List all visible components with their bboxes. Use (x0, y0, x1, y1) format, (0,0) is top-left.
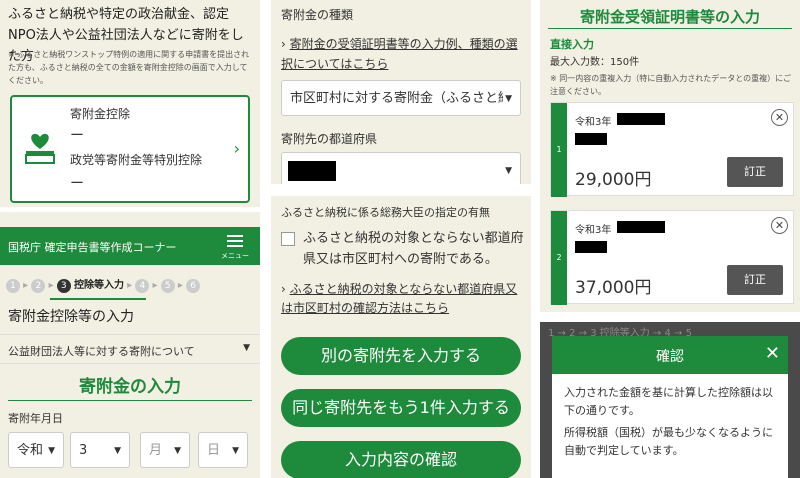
redacted-block (575, 133, 607, 145)
receipt-entry-2: 2 令和3年 37,000円 ✕ 訂正 (550, 210, 794, 305)
prefecture-select[interactable]: ▼ (281, 152, 521, 184)
month-select[interactable]: 月 ▼ (140, 432, 190, 468)
dialog-header: 確認 ✕ (552, 336, 788, 374)
entry-era: 令和3年 (575, 117, 612, 128)
card-value-political: ー (70, 176, 84, 192)
dialog-body-1: 入力された金額を基に計算した控除額は以下の通りです。 (564, 386, 773, 417)
deduction-card[interactable]: 寄附金控除 ー 政党等寄附金等特別控除 ー › (10, 95, 250, 203)
confirm-method-link[interactable]: › ふるさと納税の対象とならない都道府県又は市区町村の確認方法はこちら (281, 280, 527, 318)
donation-category-select[interactable]: 公益財団法人等に対する寄附について ▼ (0, 334, 260, 364)
type-label: 寄附金の種類 (281, 8, 354, 22)
close-icon[interactable]: ✕ (765, 342, 780, 366)
step-indicator: 1 ▸ 2 ▸ 3 控除等入力 ▸ 4 ▸ 5 ▸ 6 (6, 276, 256, 294)
day-select[interactable]: 日 ▼ (198, 432, 248, 468)
section-title: 寄附金の入力 (79, 377, 181, 397)
panel-receipts: 寄附金受領証明書等の入力 直接入力 最大入力数：150件 ※ 同一内容の重複入力… (540, 0, 800, 312)
designation-label: ふるさと納税に係る総務大臣の指定の有無 (281, 206, 490, 219)
entry-era: 令和3年 (575, 225, 612, 236)
title-underline (548, 28, 792, 29)
panel-confirm-dialog: 1 → 2 → 3 控除等入力 → 4 → 5 確認 ✕ 入力された金額を基に計… (540, 322, 800, 478)
receipts-title: 寄附金受領証明書等の入力 (579, 8, 760, 26)
step-2: 2 (31, 279, 46, 293)
date-label: 寄附年月日 (8, 412, 63, 425)
panel-input-form: 国税庁 確定申告書等作成コーナー メニュー 1 ▸ 2 ▸ 3 控除等入力 ▸ … (0, 212, 260, 478)
delete-entry-button[interactable]: ✕ (771, 217, 788, 234)
step-4: 4 (135, 279, 150, 293)
section-underline (8, 400, 252, 401)
receipt-entry-1: 1 令和3年 29,000円 ✕ 訂正 (550, 102, 794, 197)
entry-amount: 29,000円 (575, 170, 652, 190)
dialog-title: 確認 (656, 349, 684, 365)
delete-entry-button[interactable]: ✕ (771, 109, 788, 126)
note-text: ※ ふるさと納税ワンストップ特例の適用に関する申請書を提出された方も、ふるさと納… (8, 50, 250, 85)
step-3: 3 (56, 279, 71, 293)
step-5: 5 (160, 279, 175, 293)
max-count-label: 最大入力数：150件 (550, 57, 640, 68)
step-1: 1 (6, 279, 20, 293)
header-title: 国税庁 確定申告書等作成コーナー (8, 241, 177, 254)
checkbox-label: ふるさと納税の対象とならない都道府県又は市区町村への寄附である。 (303, 231, 524, 267)
dialog-body-2: 所得税額（国税）が最も少なくなるように自動で判定しています。 (564, 426, 773, 457)
chevron-right-icon: › (233, 139, 240, 158)
confirm-method-link-text: ふるさと納税の対象とならない都道府県又は市区町村の確認方法はこちら (281, 282, 518, 315)
donation-box-icon (24, 131, 56, 165)
panel-designation: ふるさと納税に係る総務大臣の指定の有無 ふるさと納税の対象とならない都道府県又は… (271, 196, 531, 478)
caret-down-icon: ▼ (243, 343, 250, 353)
era-select[interactable]: 令和 ▼ (8, 432, 64, 468)
entry-amount: 37,000円 (575, 278, 652, 298)
non-eligible-checkbox[interactable] (281, 232, 295, 246)
year-value: 3 (79, 443, 88, 458)
hamburger-icon (227, 235, 243, 247)
caret-down-icon: ▼ (232, 446, 239, 456)
redacted-block (575, 241, 607, 253)
entry-number-bar: 2 (551, 211, 567, 305)
type-value: 市区町村に対する寄附金（ふるさと納 (290, 91, 512, 106)
donation-type-select[interactable]: 市区町村に対する寄附金（ふるさと納 ▼ (281, 80, 521, 116)
other-recipient-button[interactable]: 別の寄附先を入力する (281, 337, 521, 375)
step-current-label: 控除等入力 (73, 280, 124, 291)
dialog: 確認 ✕ 入力された金額を基に計算した控除額は以下の通りです。 所得税額（国税）… (552, 336, 788, 478)
caret-down-icon: ▼ (48, 446, 55, 456)
redacted-block (288, 161, 336, 181)
redacted-block (617, 221, 665, 233)
edit-entry-button[interactable]: 訂正 (727, 157, 783, 187)
step-6: 6 (186, 279, 201, 293)
pref-label: 寄附先の都道府県 (281, 132, 378, 146)
redacted-block (617, 113, 665, 125)
app-header: 国税庁 確定申告書等作成コーナー メニュー (0, 227, 260, 265)
month-placeholder: 月 (149, 443, 163, 458)
step-underline (50, 298, 146, 300)
caret-down-icon: ▼ (505, 166, 512, 176)
chevron-right-icon: › (281, 37, 290, 51)
chevron-right-icon: › (281, 282, 290, 296)
page-title: 寄附金控除等の入力 (8, 309, 134, 325)
card-label-political: 政党等寄附金等特別控除 (70, 153, 203, 167)
menu-button[interactable]: メニュー (218, 233, 252, 261)
duplicate-note: ※ 同一内容の重複入力（特に自動入力されたデータとの重複）にご注意ください。 (550, 74, 792, 96)
select-value: 公益財団法人等に対する寄附について (8, 345, 195, 358)
card-label-donation: 寄附金控除 (70, 107, 131, 121)
panel-donation-type: 寄附金の種類 › 寄附金の受領証明書等の入力例、種類の選択についてはこちら 市区… (271, 0, 531, 184)
day-placeholder: 日 (207, 443, 221, 458)
direct-input-label: 直接入力 (550, 38, 594, 51)
panel-intro: ふるさと納税や特定の政治献金、認定NPO法人や公益社団法人などに寄附をした方 ※… (0, 0, 260, 207)
year-select[interactable]: 3 ▼ (70, 432, 130, 468)
edit-entry-button[interactable]: 訂正 (727, 265, 783, 295)
type-help-link-text: 寄附金の受領証明書等の入力例、種類の選択についてはこちら (281, 37, 518, 71)
caret-down-icon: ▼ (503, 81, 512, 115)
entry-number-bar: 1 (551, 103, 567, 197)
same-recipient-button[interactable]: 同じ寄附先をもう1件入力する (281, 389, 521, 427)
era-value: 令和 (17, 443, 44, 458)
type-help-link[interactable]: › 寄附金の受領証明書等の入力例、種類の選択についてはこちら (281, 34, 527, 74)
confirm-input-button[interactable]: 入力内容の確認 (281, 441, 521, 478)
caret-down-icon: ▼ (174, 446, 181, 456)
caret-down-icon: ▼ (114, 446, 121, 456)
menu-label: メニュー (221, 252, 249, 260)
card-value-donation: ー (70, 128, 84, 144)
